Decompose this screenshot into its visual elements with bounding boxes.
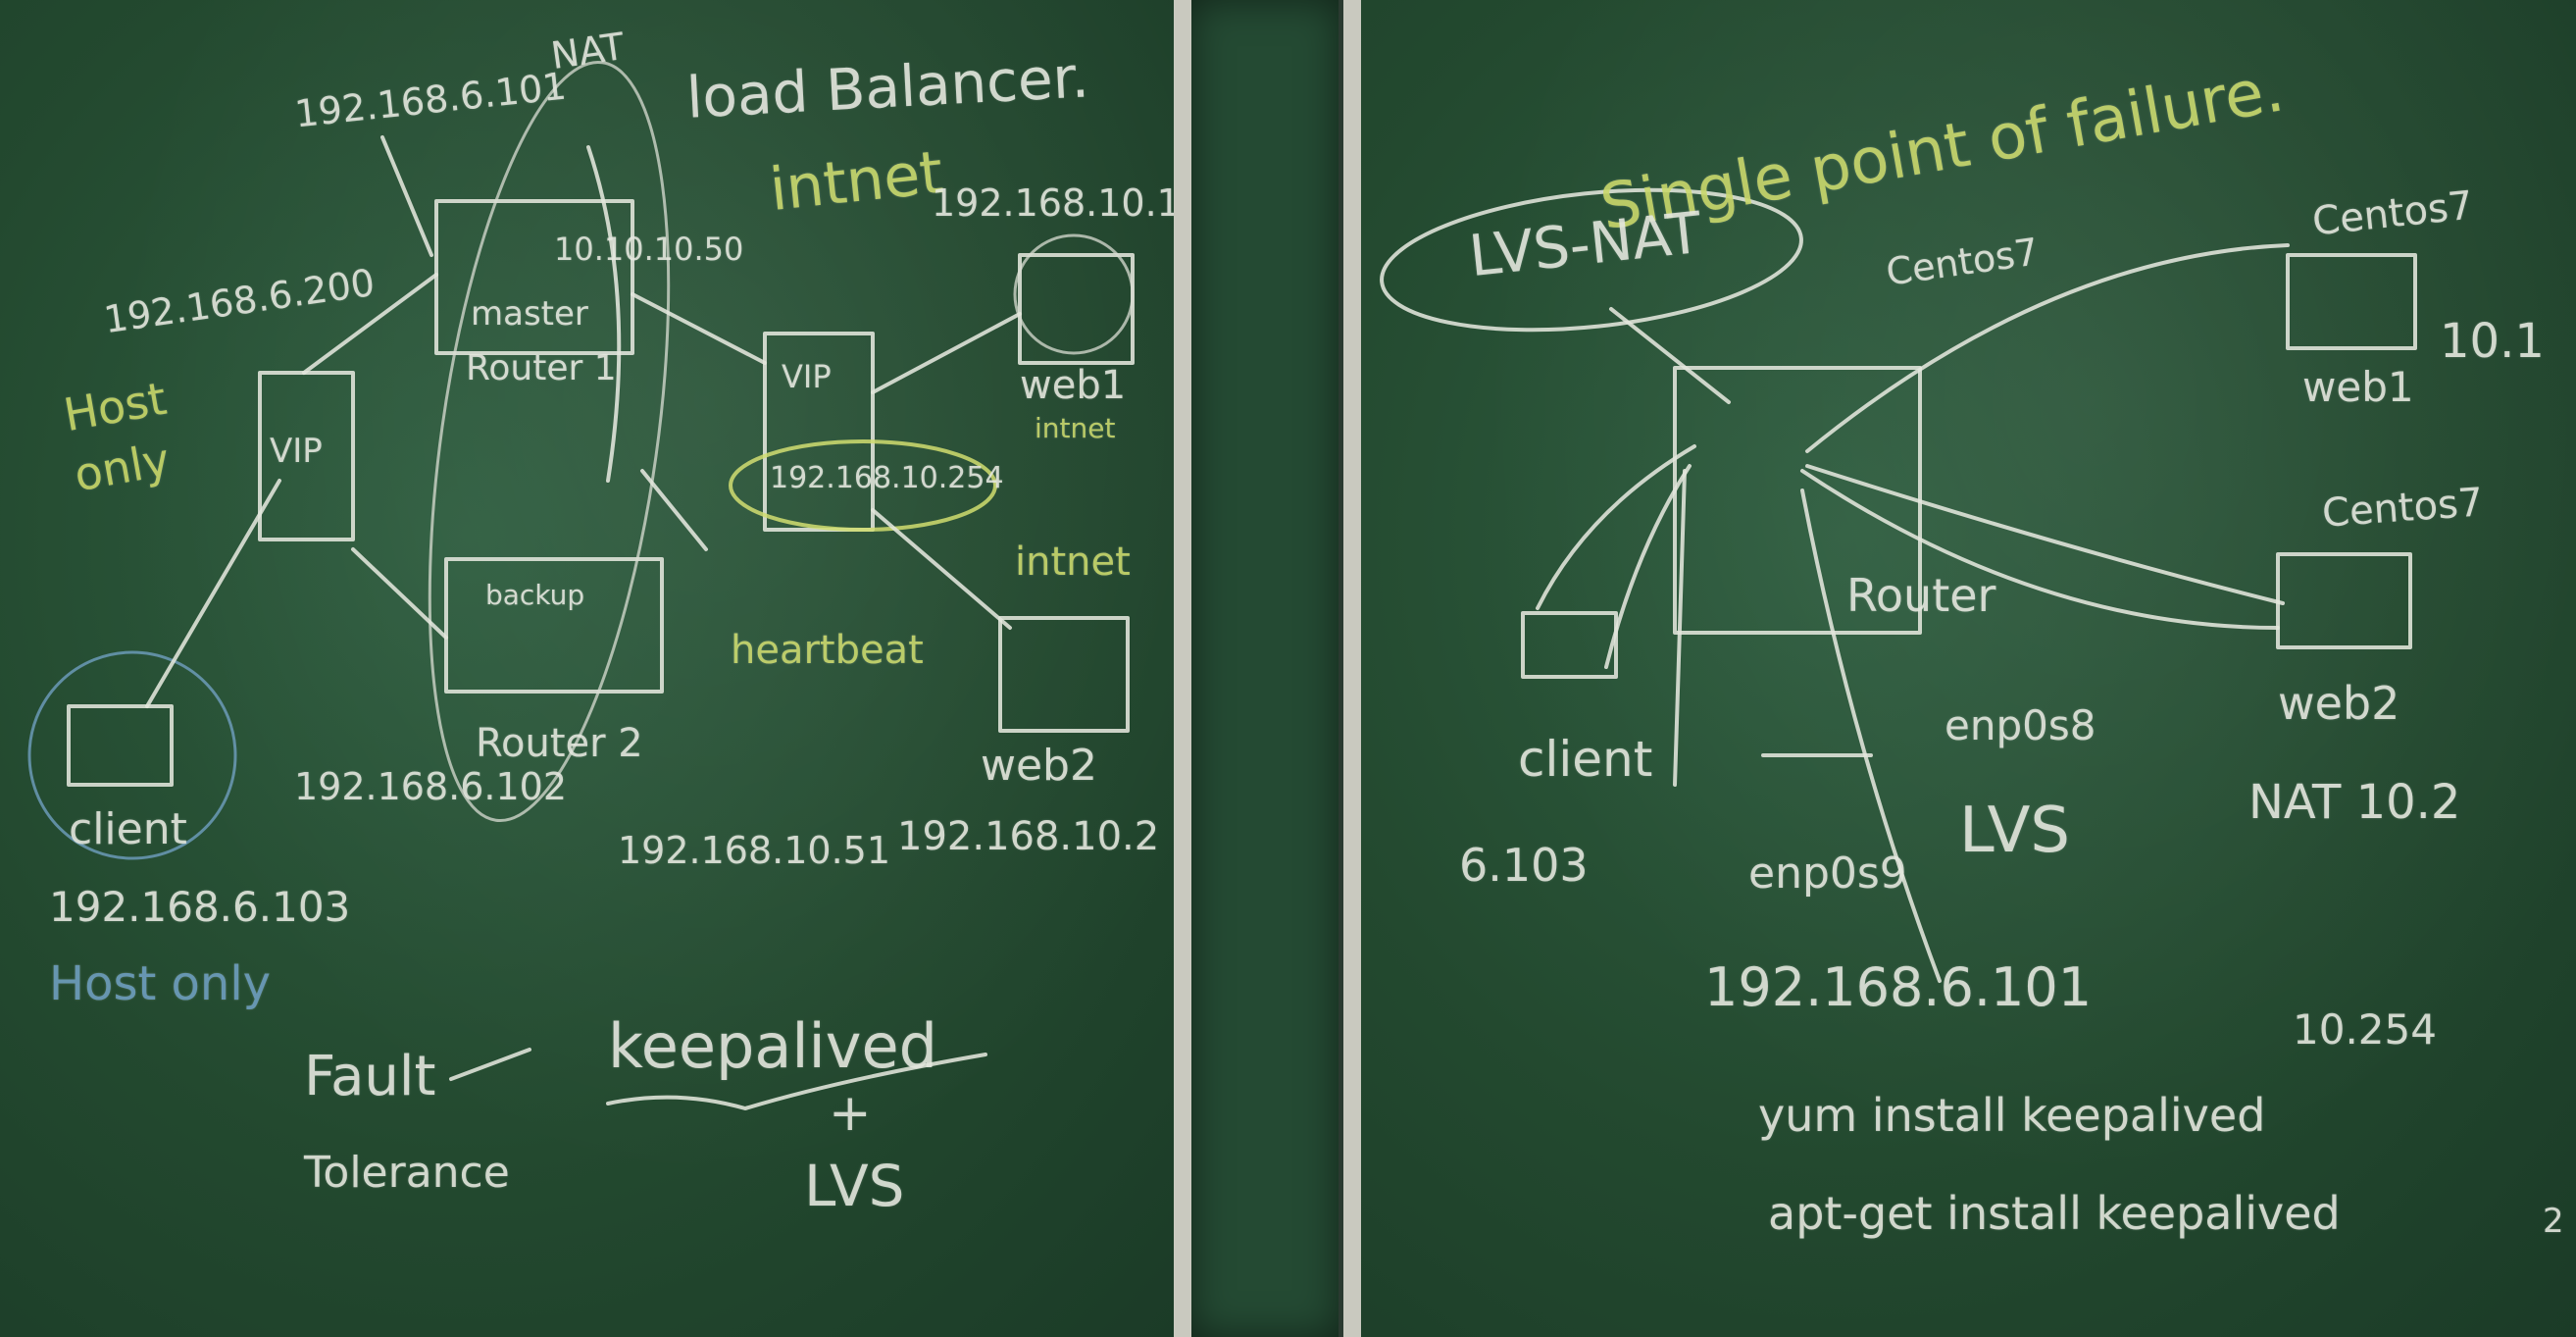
client-ip: 6.103 [1459,839,1589,892]
web1-box [2286,253,2417,350]
master-vip-ip: 192.168.6.200 [101,260,378,342]
router2-inner-ip: 192.168.10.51 [618,829,891,872]
vip-ip-ellipse [729,439,997,532]
web2-label: web2 [981,741,1097,791]
vip-ip: 10.254 [2293,1005,2437,1054]
keepalived-underline [606,1053,987,1110]
host-only-left: Host only [59,371,174,502]
lvs-nat-pointer [1609,307,1731,404]
enp0s9-label: enp0s9 [1748,848,1907,899]
client-label: client [1518,731,1653,788]
intnet-top: intnet [766,137,946,226]
vip-web1-line [871,312,1022,394]
client-box [67,704,174,787]
client-ip: 192.168.6.103 [49,883,351,931]
apt-command: apt-get install keepalived [1768,1187,2341,1240]
router1-box [434,199,634,355]
web2-box [2276,552,2412,649]
backup-label: backup [485,579,585,611]
vip-router1-line [302,273,438,375]
router-ip: 192.168.6.101 [1704,956,2093,1018]
host-only-bottom: Host only [49,956,272,1011]
centos-web2: Centos7 [2320,480,2485,537]
right-chalkboard: Single point of failure. LVS-NAT Centos7… [1361,0,2576,1337]
web-net-ip: 192.168.10.1 [932,181,1181,225]
master-label: master [471,294,588,334]
lvs-right-label: LVS [1959,795,2071,867]
client-circle [27,650,237,860]
intnet-mid: intnet [1015,540,1131,585]
lvs-label: LVS [804,1153,905,1219]
centos-router: Centos7 [1883,230,2042,294]
vip-web2-line [871,508,1012,630]
left-board-drawings [27,60,1135,1110]
board-frame-left [1174,0,1191,1337]
client-vip-line [145,479,281,708]
vip-right-box [763,332,875,532]
vip-left-label: VIP [270,432,323,471]
fault-arrow [449,1048,531,1081]
vip-left-box [258,371,355,541]
vip-line [1800,489,1942,983]
router-label: Router [1846,569,1996,622]
left-chalkboard: 192.168.6.101 NAT load Balancer. 192.168… [0,0,1181,1337]
tolerance-label: Tolerance [304,1148,510,1198]
router-client-line [1536,444,1696,610]
yum-command: yum install keepalived [1758,1089,2266,1142]
vip-right-label: VIP [782,358,832,395]
vip-right-ip: 192.168.10.254 [770,461,1004,495]
router-web2-line [1805,464,2285,605]
title-load-balancer: load Balancer. [684,43,1091,131]
spof-title: Single point of failure. [1594,53,2290,245]
footnote-mark: 2 [2543,1202,2564,1241]
web2-ip: 192.168.10.2 [897,814,1160,859]
plus-sign: + [829,1084,872,1143]
nat-ip: NAT 10.2 [2248,775,2461,830]
router1-label: Router 1 [466,348,617,388]
centos-web1: Centos7 [2310,182,2476,245]
web1-label: web1 [1020,363,1127,408]
router2-label: Router 2 [476,721,643,766]
lvs-nat-ellipse [1380,187,1803,333]
right-board-drawings [1380,187,2417,983]
web2-return-line [1800,469,2280,630]
heartbeat-line [640,469,708,551]
board-frame-right [1343,0,1361,1337]
heartbeat-label: heartbeat [731,628,924,673]
keepalived-label: keepalived [608,1010,937,1082]
web2-label: web2 [2278,677,2400,730]
client-box [1521,611,1618,679]
router2-ip: 192.168.6.102 [294,765,568,808]
router-web1-line [1805,243,2290,453]
web1-ip: 10.1 [2440,314,2545,369]
vip-router2-line [351,547,448,640]
center-panel [1191,0,1339,1337]
title-nat: NAT [548,25,628,77]
client-label: client [69,804,187,854]
router-arc [586,145,622,483]
fault-label: Fault [304,1045,436,1108]
web1-net: intnet [1035,412,1116,444]
web1-box [1018,253,1135,365]
router-box [1673,366,1922,635]
router2-box [444,557,664,694]
client-return-line [1604,464,1692,669]
router1-inner-ip: 10.10.10.50 [554,231,744,268]
web2-box [998,616,1130,733]
title-ip: 192.168.6.101 [292,64,569,136]
web1-label: web1 [2302,363,2414,411]
router1-vip-line [631,292,767,365]
web1-circle [1013,233,1135,355]
lvs-nat-label: LVS-NAT [1466,198,1705,290]
enp0s8-label: enp0s8 [1945,701,2096,749]
title-pointer [380,135,433,257]
enp0s9-line [1673,469,1687,787]
router-group-ellipse [428,60,671,823]
